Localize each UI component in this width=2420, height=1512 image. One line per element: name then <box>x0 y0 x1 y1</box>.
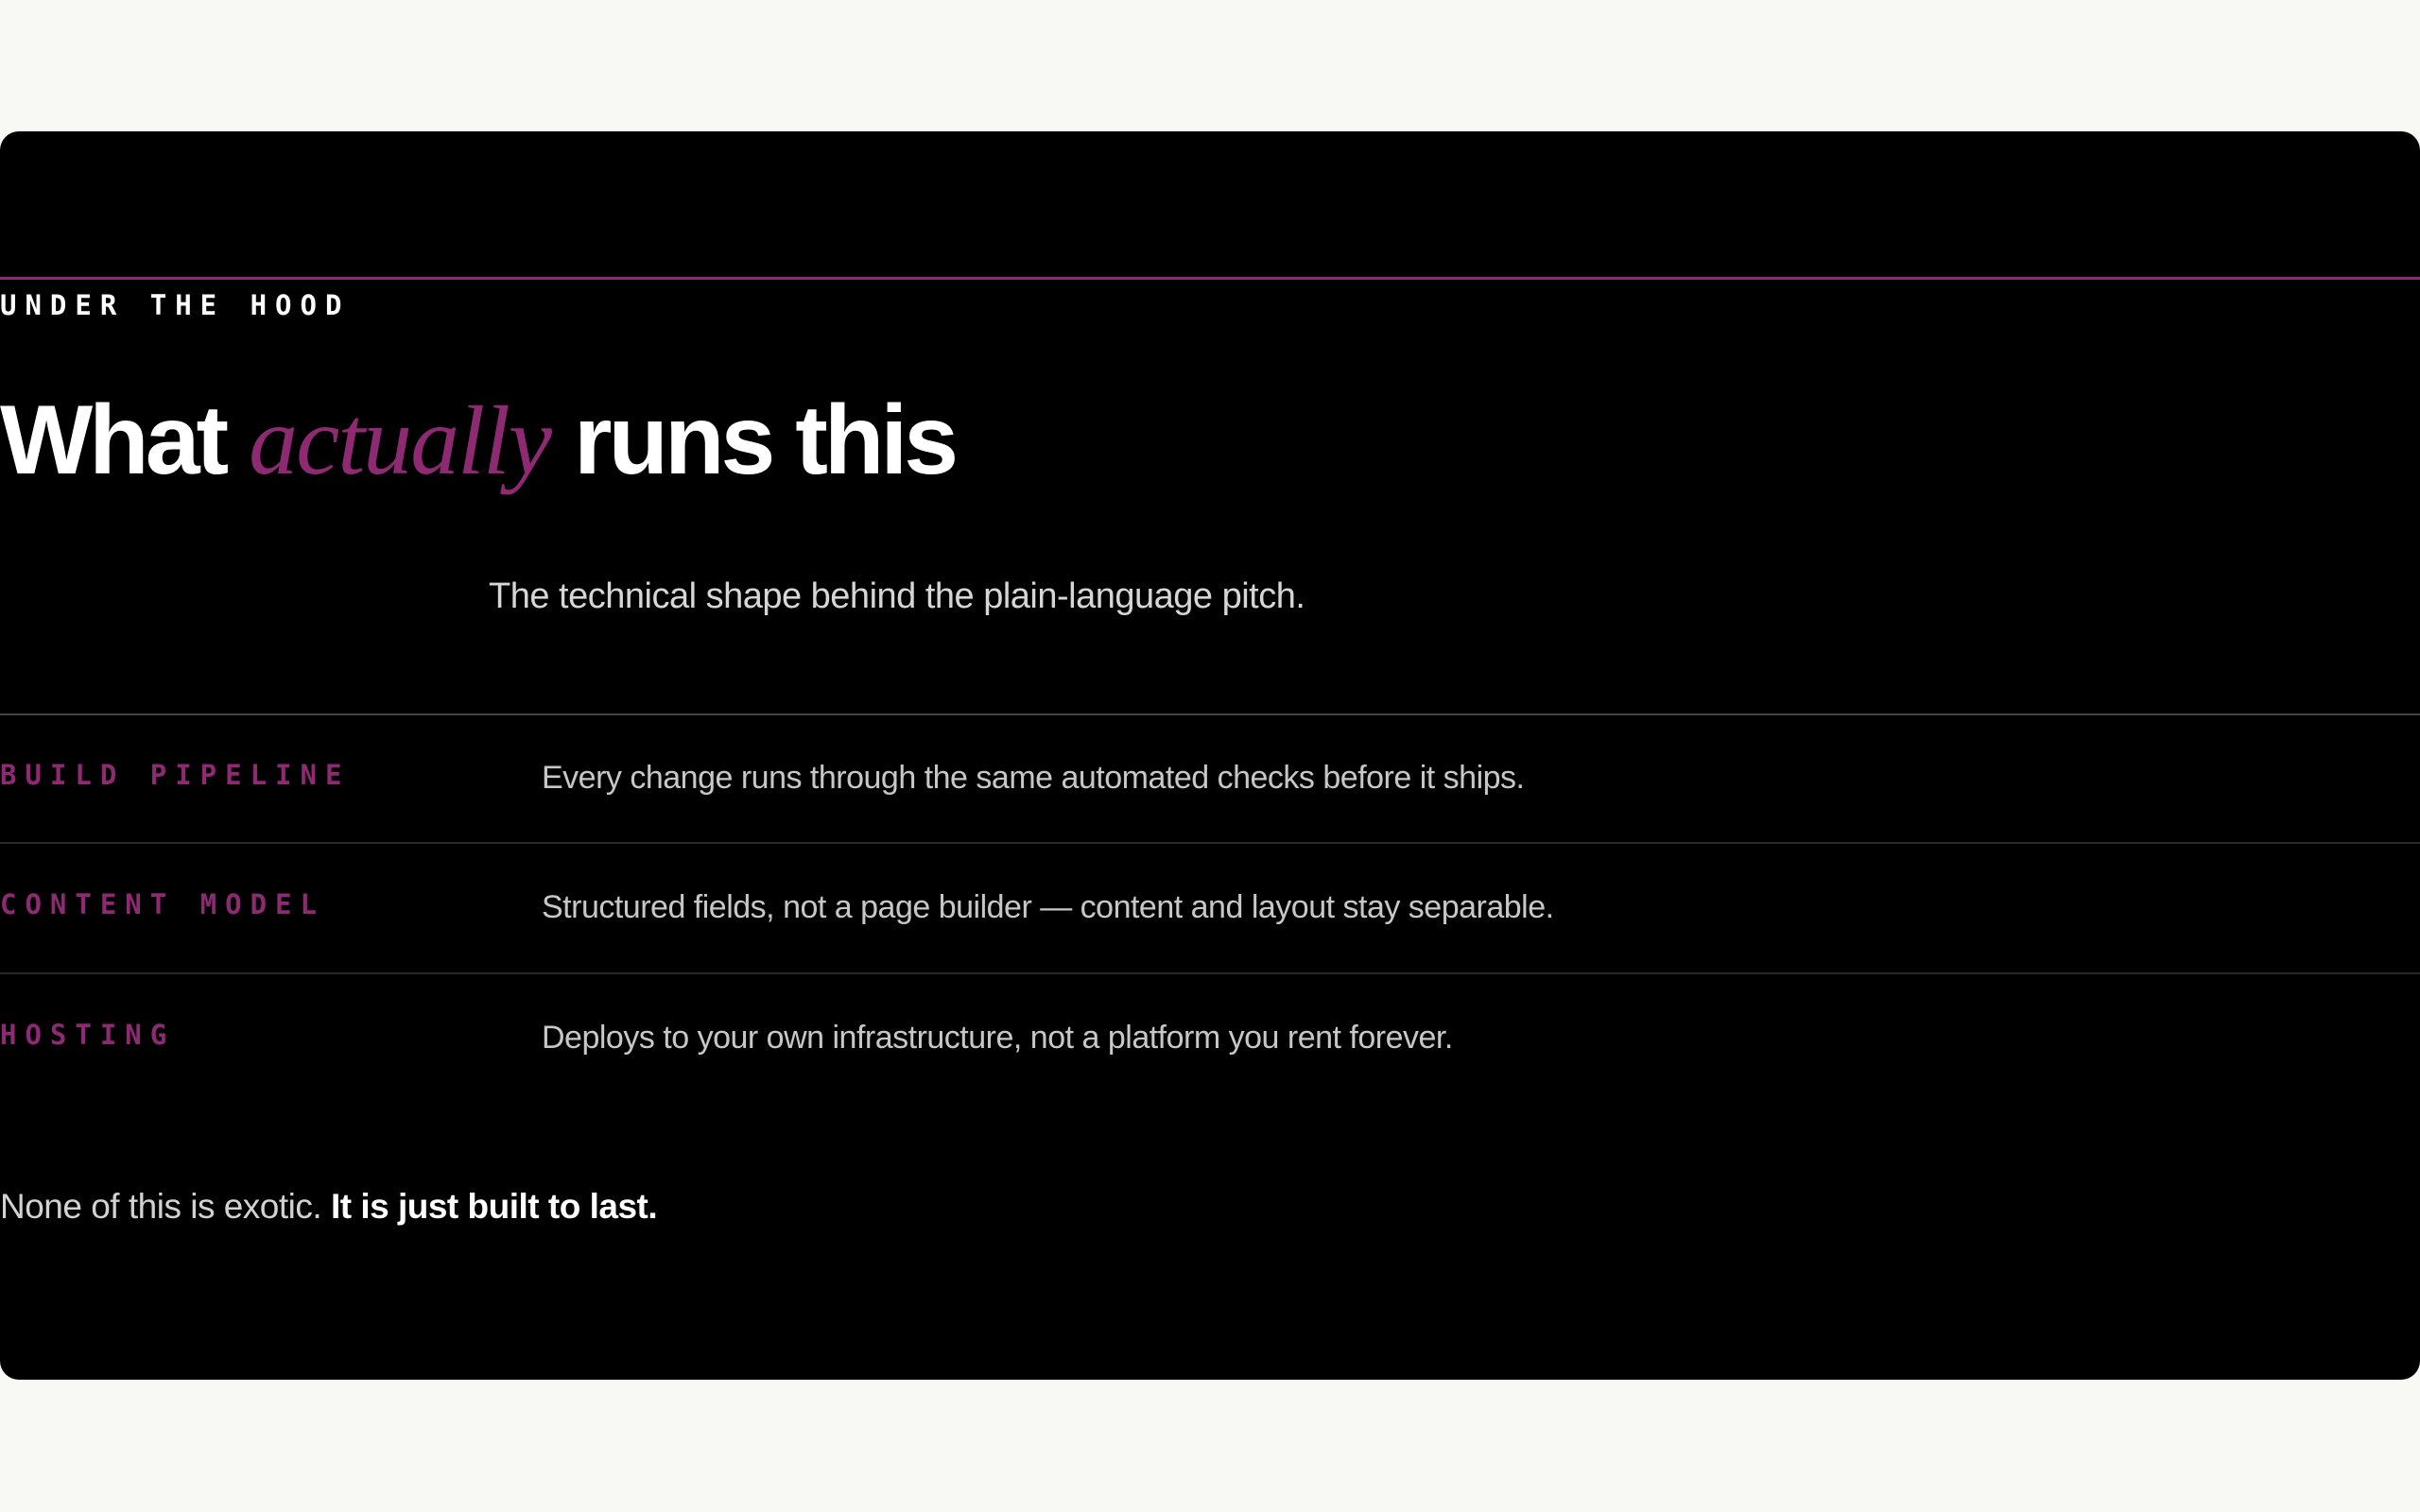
under-the-hood-card: UNDER THE HOOD What actually runs this T… <box>0 131 2420 1380</box>
section-eyebrow: UNDER THE HOOD <box>0 289 351 321</box>
accent-divider <box>0 277 2420 280</box>
closing-plain-text: None of this is exotic. <box>0 1187 331 1226</box>
spec-label-content-model: CONTENT MODEL <box>0 888 325 920</box>
headline-tail: runs this <box>550 386 959 495</box>
spec-description-build-pipeline: Every change runs through the same autom… <box>542 760 1525 796</box>
headline-lead: What <box>0 386 250 495</box>
closing-statement: None of this is exotic. It is just built… <box>0 1186 658 1228</box>
spec-description-hosting: Deploys to your own infrastructure, not … <box>542 1020 1453 1056</box>
section-headline: What actually runs this <box>0 385 959 498</box>
spec-divider <box>0 972 2420 974</box>
spec-label-build-pipeline: BUILD PIPELINE <box>0 759 351 791</box>
closing-emphasis: It is just built to last. <box>330 1187 658 1226</box>
spec-description-content-model: Structured fields, not a page builder — … <box>542 889 1554 925</box>
headline-accent-word: actually <box>249 387 552 495</box>
spec-divider <box>0 842 2420 844</box>
section-subtitle: The technical shape behind the plain-lan… <box>489 576 1305 616</box>
spec-divider <box>0 713 2420 715</box>
spec-label-hosting: HOSTING <box>0 1019 176 1051</box>
